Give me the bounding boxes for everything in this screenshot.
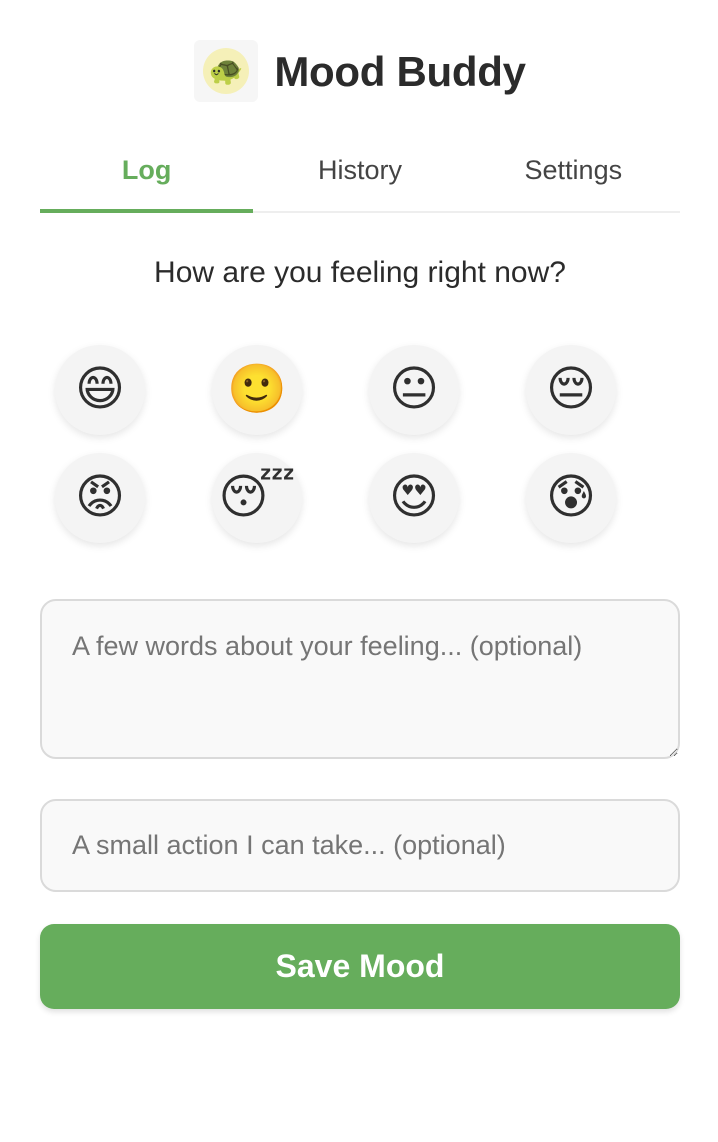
mood-picker: 😄 🙂 😐 😔 😡 😴 😍 😰 — [40, 345, 680, 543]
angry-face-icon[interactable]: 😡 — [55, 453, 145, 543]
action-input[interactable] — [40, 799, 680, 892]
save-mood-button[interactable]: Save Mood — [40, 924, 680, 1009]
tab-bar: Log History Settings — [40, 145, 680, 213]
heart-eyes-face-icon[interactable]: 😍 — [369, 453, 459, 543]
turtle-icon: 🐢 — [203, 48, 250, 94]
neutral-face-icon[interactable]: 😐 — [369, 345, 459, 435]
mood-question: How are you feeling right now? — [154, 256, 566, 289]
app-root: 🐢 Mood Buddy Log History Settings How ar… — [0, 0, 718, 1142]
sleeping-face-icon[interactable]: 😴 — [212, 453, 302, 543]
anxious-face-icon[interactable]: 😰 — [526, 453, 616, 543]
feeling-textarea[interactable] — [40, 599, 680, 759]
app-header: 🐢 Mood Buddy — [40, 0, 680, 145]
pensive-face-icon[interactable]: 😔 — [526, 345, 616, 435]
tab-settings[interactable]: Settings — [467, 145, 680, 211]
app-title: Mood Buddy — [274, 48, 526, 95]
tab-log[interactable]: Log — [40, 145, 254, 213]
slightly-smiling-face-icon[interactable]: 🙂 — [212, 345, 302, 435]
tab-history[interactable]: History — [253, 145, 466, 211]
logo: 🐢 — [194, 40, 259, 102]
grinning-face-icon[interactable]: 😄 — [55, 345, 145, 435]
